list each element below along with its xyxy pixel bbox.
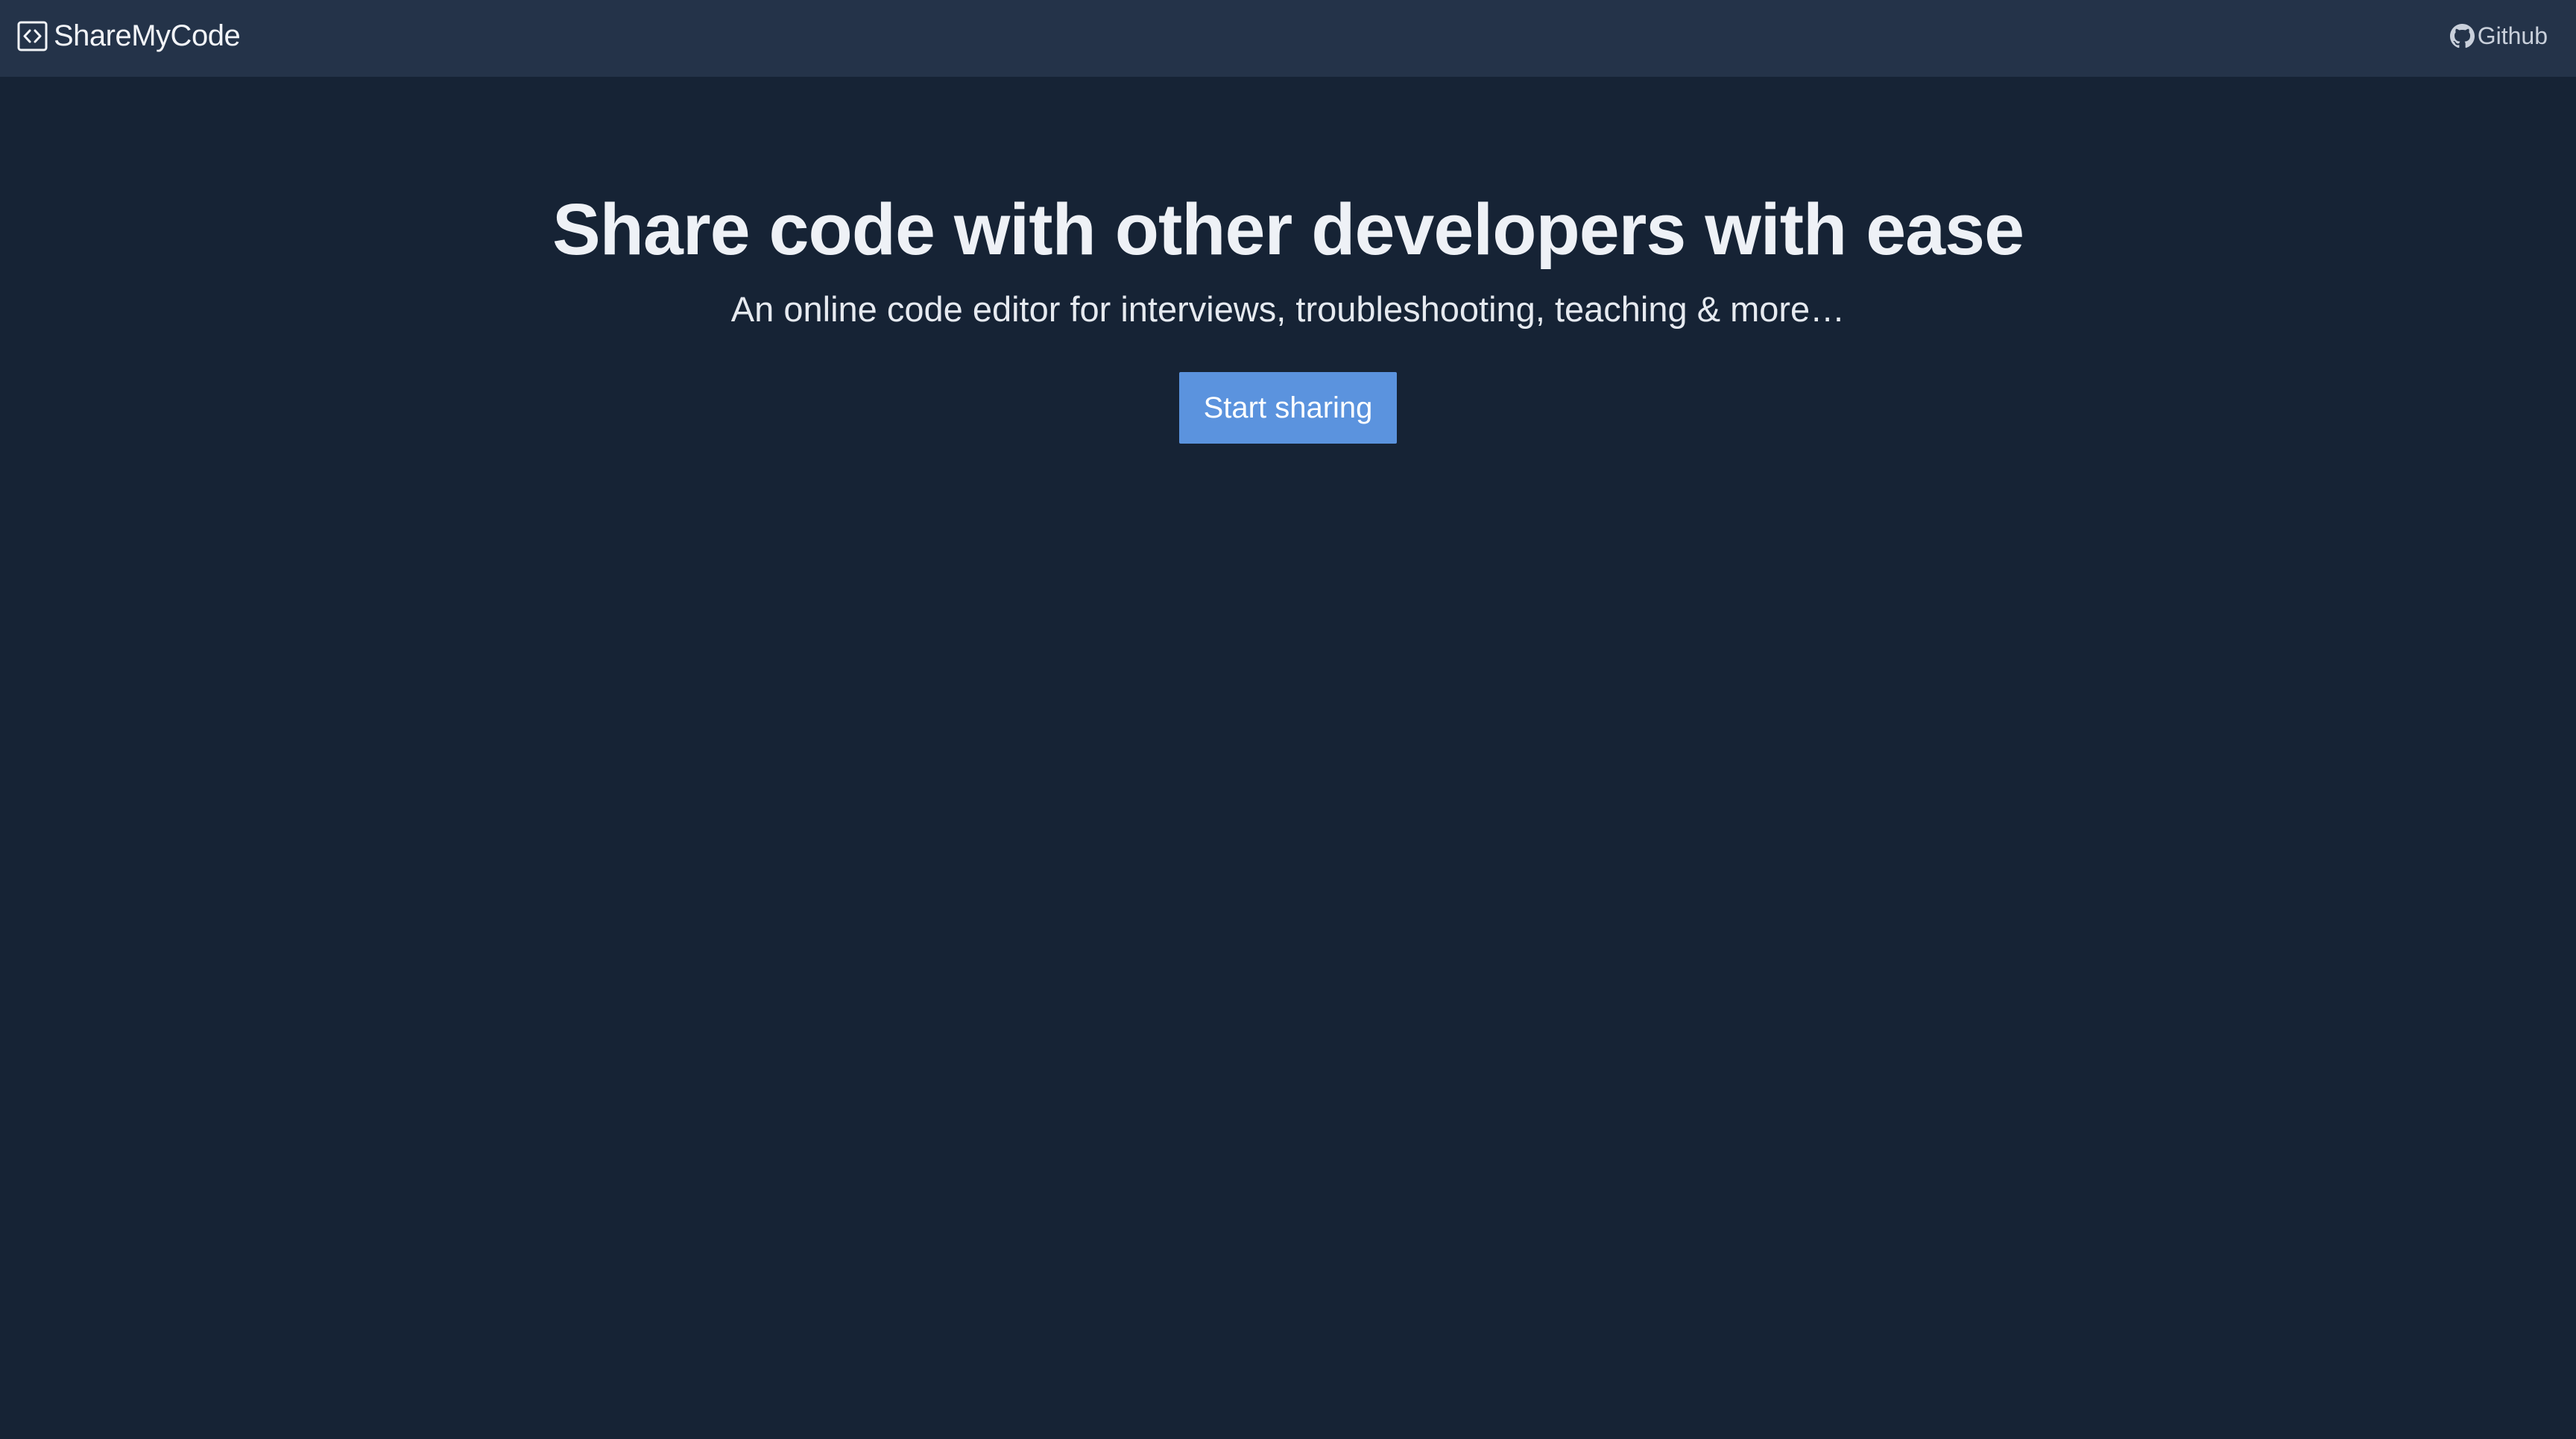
hero-title: Share code with other developers with ea… [552,189,2024,270]
hero-subtitle: An online code editor for interviews, tr… [730,289,1846,329]
start-sharing-button[interactable]: Start sharing [1179,372,1397,444]
github-link[interactable]: Github [2449,0,2548,72]
code-box-icon [17,21,48,51]
github-icon [2449,23,2475,48]
top-navbar: ShareMyCode Github [0,0,2576,77]
brand-name: ShareMyCode [54,19,241,52]
brand-home-link[interactable]: ShareMyCode [17,0,241,72]
github-label: Github [2477,22,2548,49]
